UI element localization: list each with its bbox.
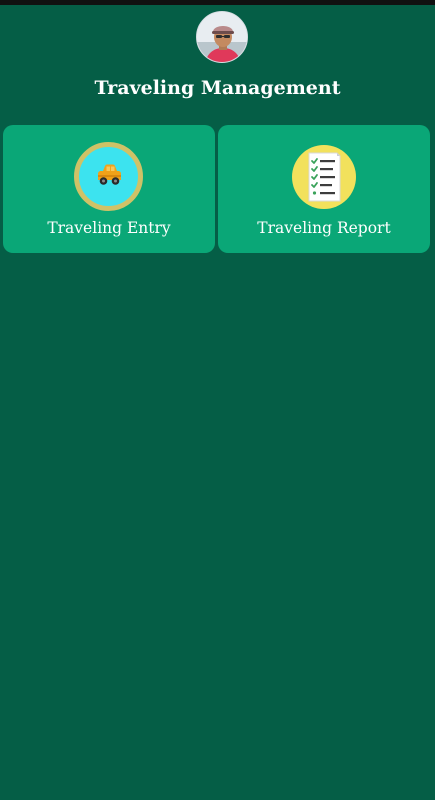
user-avatar[interactable] — [196, 11, 248, 63]
traveling-report-card[interactable]: Traveling Report — [218, 125, 430, 253]
traveling-entry-label: Traveling Entry — [47, 219, 171, 237]
traveling-entry-card[interactable]: Traveling Entry — [3, 125, 215, 253]
avatar-photo-icon — [197, 12, 247, 62]
traveling-report-label: Traveling Report — [257, 219, 391, 237]
status-bar — [0, 0, 435, 5]
car-icon — [74, 142, 143, 211]
checklist-report-icon — [292, 145, 356, 209]
page-title: Traveling Management — [94, 77, 341, 99]
